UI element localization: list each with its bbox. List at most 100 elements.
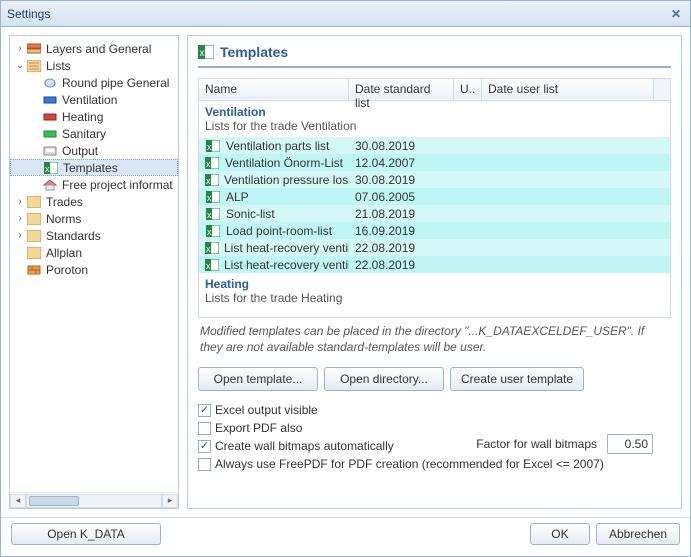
table-row[interactable]: xVentilation Önorm-List12.04.2007	[199, 154, 670, 171]
standards-icon	[26, 229, 42, 243]
tree-item-heating[interactable]: Heating	[10, 108, 178, 125]
cell-date-std: 30.08.2019	[349, 139, 454, 153]
tree-item-allplan[interactable]: Allplan	[10, 244, 178, 261]
note-text: Modified templates can be placed in the …	[198, 318, 671, 367]
cell-name: xLoad point-room-list	[199, 224, 349, 238]
tree-item-layers-general[interactable]: › Layers and General	[10, 40, 178, 57]
page-title: Templates	[220, 44, 288, 60]
svg-text:x: x	[207, 227, 212, 237]
heating-icon	[42, 110, 58, 124]
window-title: Settings	[7, 7, 668, 21]
cell-date-std: 21.08.2019	[349, 207, 454, 221]
cancel-button[interactable]: Abbrechen	[596, 523, 680, 545]
main-area: › Layers and General ⌄ Lists Round pipe …	[1, 27, 690, 517]
cell-name: xList heat-recovery ventil...	[199, 258, 349, 272]
check-excel-visible[interactable]: Excel output visible	[198, 401, 671, 419]
open-kdata-button[interactable]: Open K_DATA	[11, 523, 161, 545]
col-date-user[interactable]: Date user list	[482, 79, 654, 100]
trades-icon	[26, 195, 42, 209]
house-icon	[42, 178, 58, 192]
checkbox-icon[interactable]	[198, 440, 211, 453]
excel-icon: x	[205, 190, 221, 204]
table-row[interactable]: xSonic-list21.08.2019	[199, 205, 670, 222]
expand-icon[interactable]: ›	[14, 213, 26, 224]
excel-icon: x	[205, 207, 221, 221]
svg-text:x: x	[207, 210, 212, 220]
create-user-template-button[interactable]: Create user template	[450, 367, 584, 391]
checkbox-icon[interactable]	[198, 404, 211, 417]
excel-icon: x	[205, 173, 219, 187]
tree-item-templates[interactable]: x Templates	[10, 159, 178, 176]
scroll-thumb[interactable]	[29, 496, 79, 506]
cell-date-std: 22.08.2019	[349, 258, 454, 272]
tree-item-sanitary[interactable]: Sanitary	[10, 125, 178, 142]
tree-item-poroton[interactable]: Poroton	[10, 261, 178, 278]
collapse-icon[interactable]: ⌄	[14, 60, 26, 71]
checkbox-icon[interactable]	[198, 458, 211, 471]
group-subtitle: Lists for the trade Heating	[199, 291, 670, 309]
output-icon	[42, 144, 58, 158]
checkbox-icon[interactable]	[198, 422, 211, 435]
table-row[interactable]: xVentilation parts list30.08.2019	[199, 137, 670, 154]
col-u[interactable]: U..	[454, 79, 482, 100]
tree-item-ventilation[interactable]: Ventilation	[10, 91, 178, 108]
norms-icon	[26, 212, 42, 226]
ventilation-icon	[42, 93, 58, 107]
tree-item-standards[interactable]: › Standards	[10, 227, 178, 244]
open-template-button[interactable]: Open template...	[198, 367, 318, 391]
ok-button[interactable]: OK	[530, 523, 590, 545]
tree-item-lists[interactable]: ⌄ Lists	[10, 57, 178, 74]
cell-name: xVentilation pressure loss	[199, 173, 349, 187]
open-directory-button[interactable]: Open directory...	[324, 367, 444, 391]
table-row[interactable]: xList heat-recovery ventil...22.08.2019	[199, 239, 670, 256]
svg-text:x: x	[45, 164, 50, 174]
tree-hscrollbar[interactable]: ◂ ▸	[10, 492, 178, 508]
cell-date-std: 07.06.2005	[349, 190, 454, 204]
check-freepdf[interactable]: Always use FreePDF for PDF creation (rec…	[198, 455, 671, 473]
cell-name: xALP	[199, 190, 349, 204]
excel-icon: x	[198, 45, 214, 59]
cell-date-std: 12.04.2007	[349, 156, 454, 170]
factor-label: Factor for wall bitmaps	[476, 437, 597, 451]
tree-item-norms[interactable]: › Norms	[10, 210, 178, 227]
factor-block: Factor for wall bitmaps 0.50	[476, 434, 653, 454]
scroll-right-icon[interactable]: ▸	[162, 494, 178, 508]
scroll-left-icon[interactable]: ◂	[10, 494, 26, 508]
cell-name: xVentilation Önorm-List	[199, 156, 349, 170]
table-row[interactable]: xALP07.06.2005	[199, 188, 670, 205]
expand-icon[interactable]: ›	[14, 43, 26, 54]
layers-icon	[26, 42, 42, 56]
close-button[interactable]: ✕	[668, 6, 684, 22]
button-row: Open template... Open directory... Creat…	[198, 367, 671, 391]
col-date-std[interactable]: Date standard list	[349, 79, 454, 100]
tree-pane: › Layers and General ⌄ Lists Round pipe …	[9, 35, 179, 509]
col-name[interactable]: Name	[199, 79, 349, 100]
table-row[interactable]: xList heat-recovery ventil...22.08.2019	[199, 256, 670, 273]
svg-text:x: x	[207, 193, 212, 203]
factor-input[interactable]: 0.50	[607, 434, 653, 454]
cell-name: xVentilation parts list	[199, 139, 349, 153]
tree-item-output[interactable]: Output	[10, 142, 178, 159]
tree-item-round-pipe[interactable]: Round pipe General	[10, 74, 178, 91]
group-title: Heating	[199, 273, 670, 291]
sanitary-icon	[42, 127, 58, 141]
bottom-bar: Open K_DATA OK Abbrechen	[1, 517, 690, 549]
table-row[interactable]: xVentilation pressure loss30.08.2019	[199, 171, 670, 188]
svg-text:x: x	[200, 48, 205, 59]
excel-icon: x	[205, 241, 219, 255]
expand-icon[interactable]: ›	[14, 196, 26, 207]
group-subtitle: Lists for the trade Ventilation	[199, 119, 670, 137]
excel-icon: x	[205, 258, 219, 272]
table-row[interactable]: xLoad point-room-list16.09.2019	[199, 222, 670, 239]
table-body[interactable]: VentilationLists for the trade Ventilati…	[199, 101, 670, 317]
svg-text:x: x	[206, 244, 211, 254]
options-area: Excel output visible Export PDF also Cre…	[198, 401, 671, 473]
group-title: Ventilation	[199, 101, 670, 119]
expand-icon[interactable]: ›	[14, 230, 26, 241]
tree-item-trades[interactable]: › Trades	[10, 193, 178, 210]
tree: › Layers and General ⌄ Lists Round pipe …	[10, 36, 178, 492]
cell-name: xList heat-recovery ventil...	[199, 241, 349, 255]
cell-date-std: 30.08.2019	[349, 173, 454, 187]
cell-date-std: 22.08.2019	[349, 241, 454, 255]
tree-item-free-project[interactable]: Free project informat	[10, 176, 178, 193]
